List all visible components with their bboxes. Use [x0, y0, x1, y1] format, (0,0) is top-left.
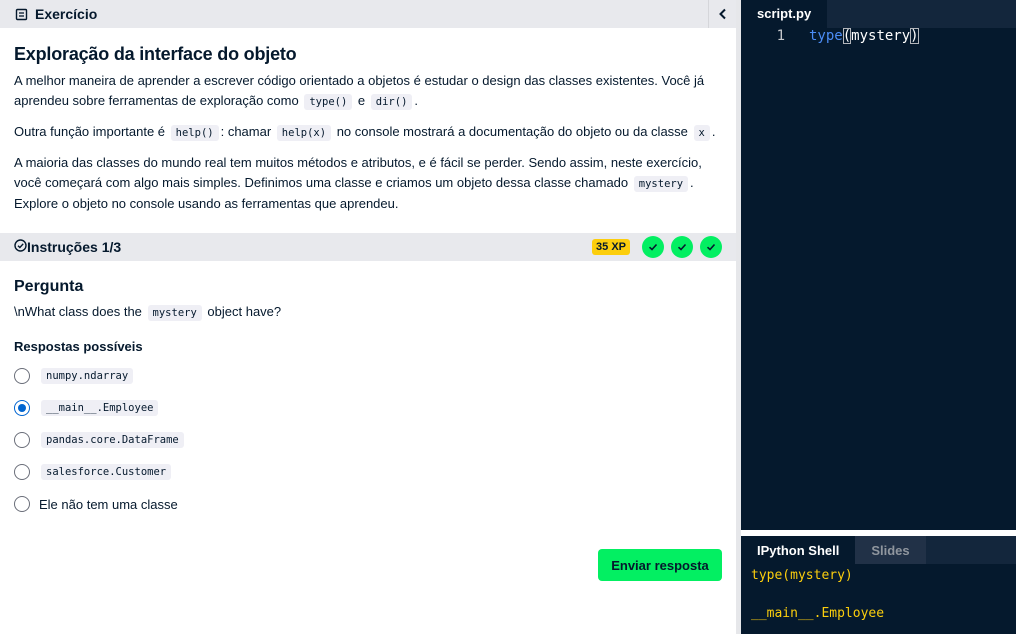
radio-button[interactable] [14, 432, 30, 448]
answer-label: numpy.ndarray [41, 368, 134, 384]
answer-option[interactable]: pandas.core.DataFrame [14, 424, 722, 456]
answer-label: __main__.Employee [41, 400, 159, 416]
console-output[interactable]: type(mystery) __main__.Employee [741, 564, 1016, 625]
console-panel[interactable]: IPython Shell Slides type(mystery) __mai… [741, 536, 1016, 634]
exercise-title: Exploração da interface do objeto [14, 44, 297, 64]
answer-label: salesforce.Customer [41, 464, 172, 480]
answer-option[interactable]: numpy.ndarray [14, 360, 722, 392]
tab-script-py[interactable]: script.py [741, 0, 828, 28]
check-circle-icon [14, 239, 27, 255]
editor-tabs: script.py [741, 0, 1016, 28]
answer-label: pandas.core.DataFrame [41, 432, 184, 448]
instructions-label: Instruções 1/3 [27, 239, 122, 255]
inline-code: dir() [370, 94, 413, 110]
inline-code: help(x) [276, 125, 332, 141]
step-complete-check-icon [671, 236, 693, 258]
inline-code: mystery [147, 305, 202, 321]
line-number: 1 [776, 28, 785, 44]
inline-code: help() [170, 125, 219, 141]
workspace-panel: script.py 1 type(mystery) IPython Shell … [741, 0, 1016, 634]
chevron-left-icon [718, 8, 726, 20]
radio-button[interactable] [14, 496, 30, 512]
radio-button[interactable] [14, 464, 30, 480]
code-line[interactable]: 1 type(mystery) [741, 26, 1016, 46]
console-tabs: IPython Shell Slides [741, 536, 1016, 564]
exercise-panel: Exercício Exploração da interface do obj… [0, 0, 736, 634]
answer-option[interactable]: __main__.Employee [14, 392, 722, 424]
question-heading: Pergunta [14, 278, 84, 295]
console-input-line: type(mystery) [751, 568, 853, 583]
answer-label: Ele não tem uma classe [39, 496, 178, 512]
console-result-line: __main__.Employee [751, 606, 885, 621]
question-text: \nWhat class does the mystery object hav… [14, 304, 282, 321]
document-icon [14, 7, 28, 21]
instructions-header: Instruções 1/3 35 XP [0, 233, 736, 261]
submit-answer-button[interactable]: Enviar resposta [598, 549, 722, 581]
step-complete-check-icon [700, 236, 722, 258]
inline-code: mystery [633, 176, 689, 192]
radio-button[interactable] [14, 368, 30, 384]
exercise-paragraph-2: Outra função importante é help(): chamar… [14, 124, 716, 141]
inline-code: x [693, 125, 710, 141]
exercise-paragraph-1: A melhor maneira de aprender a escrever … [14, 73, 705, 110]
answer-option[interactable]: Ele não tem uma classe [14, 488, 722, 520]
exercise-header-label: Exercício [35, 6, 98, 22]
xp-badge: 35 XP [592, 239, 630, 255]
tab-ipython-shell[interactable]: IPython Shell [741, 536, 856, 564]
radio-button-selected[interactable] [14, 400, 30, 416]
collapse-panel-button[interactable] [708, 0, 736, 28]
answers-heading: Respostas possíveis [14, 339, 143, 354]
code-editor[interactable]: script.py 1 type(mystery) [741, 0, 1016, 530]
answer-option[interactable]: salesforce.Customer [14, 456, 722, 488]
inline-code: type() [304, 94, 353, 110]
code-text[interactable]: type(mystery) [809, 28, 919, 44]
exercise-paragraph-3: A maioria das classes do mundo real tem … [14, 155, 702, 211]
tab-slides[interactable]: Slides [855, 536, 926, 564]
step-complete-check-icon [642, 236, 664, 258]
exercise-header: Exercício [0, 0, 736, 28]
